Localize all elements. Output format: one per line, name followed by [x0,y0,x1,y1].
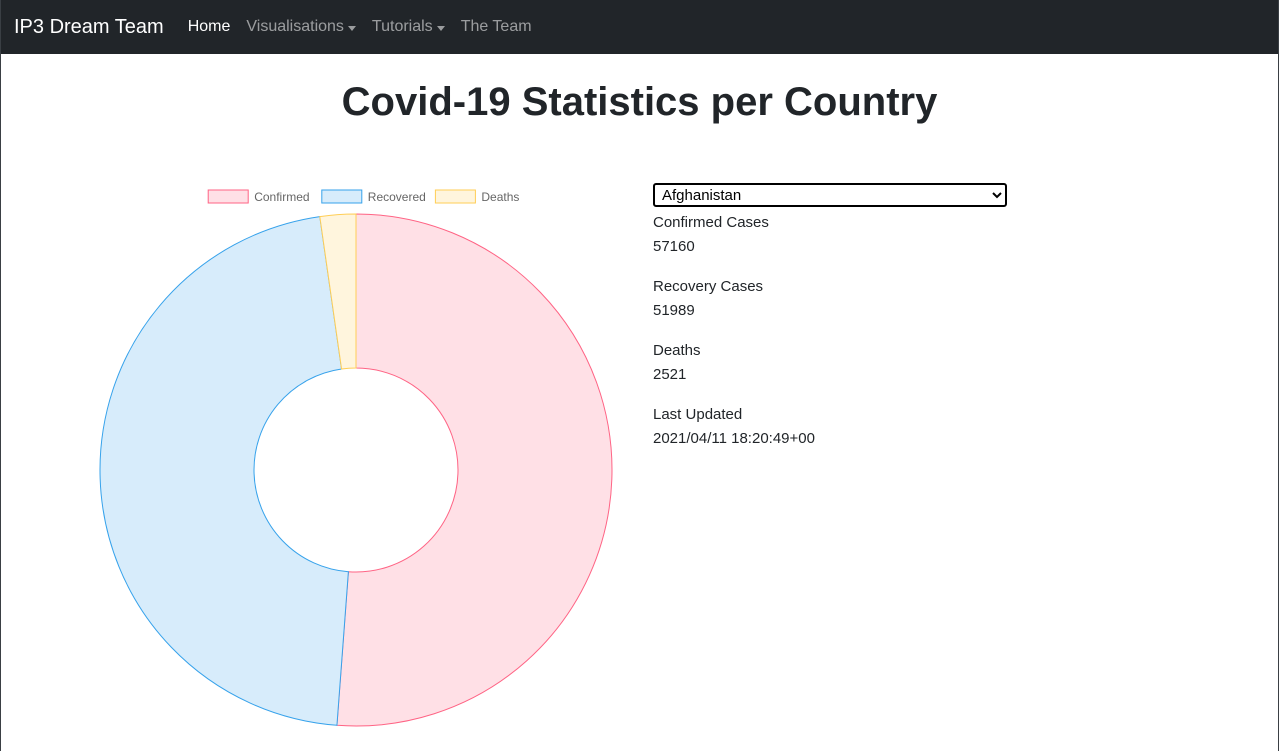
caret-down-icon [347,25,356,31]
legend-label-deaths[interactable]: Deaths [481,190,519,204]
doughnut-chart-svg: Confirmed Recovered Deaths [99,189,613,727]
brand-link[interactable]: IP3 Dream Team [14,16,164,39]
chart-legend: Confirmed Recovered Deaths [207,189,519,204]
stat-label: Last Updated [653,406,743,423]
stats-panel: Afghanistan Confirmed Cases 57160 Recove… [653,183,1013,451]
country-select[interactable]: Afghanistan [653,183,1007,207]
nav-the-team-label: The Team [460,18,532,35]
legend-swatch-deaths[interactable] [434,189,476,204]
slice-recovered[interactable] [99,216,349,726]
legend-swatch-confirmed[interactable] [207,189,249,204]
stat-value: 51989 [653,302,695,319]
chart-slices [99,213,613,727]
caret-down-icon [436,25,445,31]
nav-home[interactable]: Home [188,18,231,36]
legend-label-recovered[interactable]: Recovered [368,190,426,204]
nav-list: Home Visualisations Tutorials The Team [188,18,532,36]
slice-confirmed[interactable] [336,213,613,727]
navbar: IP3 Dream Team Home Visualisations Tutor… [1,0,1278,54]
stat-recovered: Recovery Cases 51989 [653,275,1013,323]
stat-value: 2521 [653,366,687,383]
stat-label: Deaths [653,342,701,359]
nav-visualisations-dropdown[interactable]: Visualisations [246,18,356,36]
page-title: Covid-19 Statistics per Country [341,80,938,124]
doughnut-chart: Confirmed Recovered Deaths [91,180,621,740]
legend-swatch-recovered[interactable] [321,189,363,204]
stat-deaths: Deaths 2521 [653,339,1013,387]
legend-label-confirmed[interactable]: Confirmed [254,190,309,204]
nav-visualisations-label: Visualisations [246,18,344,35]
stat-value: 57160 [653,238,695,255]
stat-value: 2021/04/11 18:20:49+00 [653,430,815,447]
nav-home-label: Home [187,18,231,35]
page: IP3 Dream Team Home Visualisations Tutor… [0,0,1279,751]
stat-label: Confirmed Cases [653,214,769,231]
nav-the-team[interactable]: The Team [461,18,532,36]
nav-tutorials-label: Tutorials [371,18,433,35]
stat-last-updated: Last Updated 2021/04/11 18:20:49+00 [653,403,1013,451]
nav-tutorials-dropdown[interactable]: Tutorials [372,18,445,36]
stat-confirmed: Confirmed Cases 57160 [653,211,1013,259]
stat-label: Recovery Cases [653,278,764,295]
